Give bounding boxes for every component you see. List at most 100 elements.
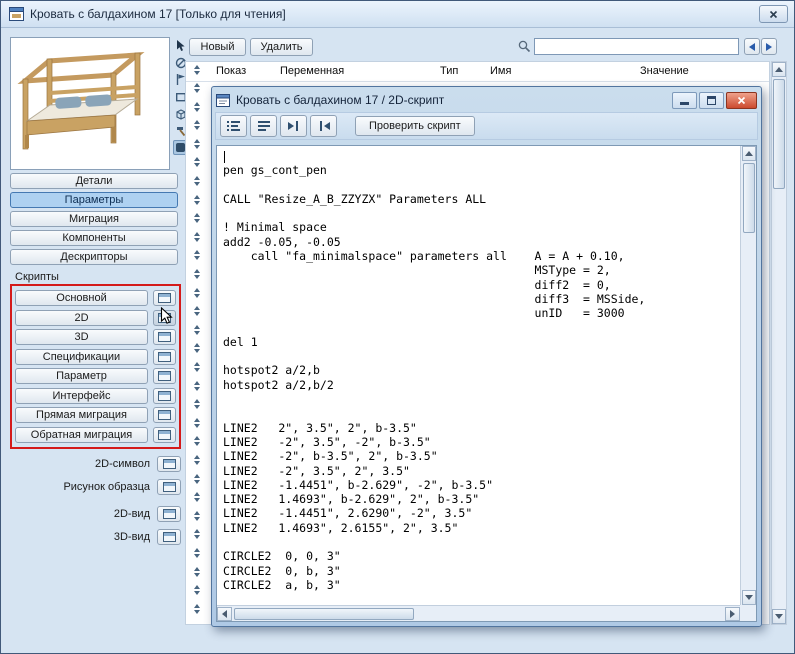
row-reorder-handle[interactable]: [189, 527, 205, 542]
row-reorder-icon: [194, 107, 200, 112]
scroll-down-button[interactable]: [772, 609, 786, 624]
open-script-window-button-6[interactable]: [153, 407, 176, 423]
row-reorder-handle[interactable]: [189, 192, 205, 207]
row-reorder-handle[interactable]: [189, 360, 205, 375]
search-input[interactable]: [534, 38, 739, 55]
editor-horizontal-scrollbar[interactable]: [217, 605, 740, 621]
row-reorder-handle[interactable]: [189, 583, 205, 598]
scrollbar-thumb[interactable]: [234, 608, 414, 620]
gdl-code-editor[interactable]: pen gs_cont_pen CALL "Resize_A_B_ZZYZX" …: [217, 146, 740, 605]
row-reorder-handle[interactable]: [189, 248, 205, 263]
row-reorder-handle[interactable]: [189, 471, 205, 486]
sidebar-tab-2[interactable]: Миграция: [10, 211, 178, 227]
check-script-button[interactable]: Проверить скрипт: [355, 116, 475, 136]
new-button[interactable]: Новый: [189, 38, 246, 56]
open-script-window-button-0[interactable]: [153, 290, 176, 306]
row-reorder-handle[interactable]: [189, 118, 205, 133]
open-script-window-button-5[interactable]: [153, 387, 176, 404]
script-window-titlebar[interactable]: Кровать с балдахином 17 / 2D-скрипт: [216, 89, 757, 111]
scroll-up-button[interactable]: [772, 62, 786, 77]
delete-button[interactable]: Удалить: [250, 38, 313, 56]
scroll-down-button[interactable]: [742, 590, 756, 605]
scroll-left-button[interactable]: [217, 607, 232, 621]
row-reorder-handle[interactable]: [189, 211, 205, 226]
scroll-up-button[interactable]: [742, 146, 756, 161]
line-list-tool-button[interactable]: [250, 115, 277, 137]
next-parameter-button[interactable]: [761, 38, 777, 55]
row-reorder-handle[interactable]: [189, 322, 205, 337]
script-button-7[interactable]: Обратная миграция: [15, 426, 148, 443]
sidebar-tab-0[interactable]: Детали: [10, 173, 178, 189]
row-reorder-icon: [194, 256, 200, 261]
open-script-window-button-2[interactable]: [153, 329, 176, 345]
window-icon: [162, 482, 176, 492]
open-script-window-button-1[interactable]: [153, 309, 176, 326]
row-reorder-icon: [194, 120, 200, 125]
maximize-button[interactable]: [699, 91, 724, 109]
canopy-bed-preview-image: [17, 51, 145, 149]
row-reorder-handle[interactable]: [189, 397, 205, 412]
window-title: Кровать с балдахином 17 [Только для чтен…: [30, 7, 286, 21]
window-icon: [162, 509, 176, 519]
object-preview[interactable]: [10, 37, 170, 170]
open-3d-view-window-button[interactable]: [157, 529, 181, 545]
row-reorder-icon: [194, 473, 200, 478]
row-reorder-handle[interactable]: [189, 99, 205, 114]
open-script-window-button-3[interactable]: [153, 348, 176, 365]
row-reorder-handle[interactable]: [189, 174, 205, 189]
open-sample-picture-window-button[interactable]: [157, 479, 181, 495]
script-button-0[interactable]: Основной: [15, 290, 148, 306]
row-reorder-handle[interactable]: [189, 545, 205, 560]
editor-vertical-scrollbar[interactable]: [740, 146, 756, 605]
prev-parameter-button[interactable]: [744, 38, 760, 55]
script-button-4[interactable]: Параметр: [15, 368, 148, 384]
close-script-window-button[interactable]: [726, 91, 757, 109]
script-button-6[interactable]: Прямая миграция: [15, 407, 148, 423]
row-reorder-handle[interactable]: [189, 229, 205, 244]
indent-right-tool-button[interactable]: [280, 115, 307, 137]
script-button-3[interactable]: Спецификации: [15, 348, 148, 365]
dotted-list-tool-button[interactable]: [220, 115, 247, 137]
arrow-up-icon: [745, 151, 753, 156]
dotted-list-icon: [226, 121, 240, 131]
row-reorder-handle[interactable]: [189, 267, 205, 282]
row-reorder-handle[interactable]: [189, 378, 205, 393]
open-2d-view-window-button[interactable]: [157, 506, 181, 522]
row-reorder-icon: [194, 237, 200, 242]
row-reorder-handle[interactable]: [189, 452, 205, 467]
scrollbar-thumb[interactable]: [773, 79, 785, 189]
scrollbar-thumb[interactable]: [743, 163, 755, 233]
row-reorder-handle[interactable]: [189, 490, 205, 505]
sidebar-tab-1[interactable]: Параметры: [10, 192, 178, 208]
row-reorder-handle[interactable]: [189, 508, 205, 523]
pointer-tool-button[interactable]: [173, 38, 188, 53]
script-button-5[interactable]: Интерфейс: [15, 387, 148, 404]
scroll-right-button[interactable]: [725, 607, 740, 621]
row-reorder-handle[interactable]: [189, 415, 205, 430]
row-reorder-handle[interactable]: [189, 81, 205, 96]
line-list-icon: [257, 121, 270, 131]
minimize-button[interactable]: [672, 91, 697, 109]
row-reorder-handle[interactable]: [189, 434, 205, 449]
sidebar-tab-4[interactable]: Дескрипторы: [10, 249, 178, 265]
row-reorder-handle[interactable]: [189, 341, 205, 356]
indent-left-tool-button[interactable]: [310, 115, 337, 137]
sidebar-tab-3[interactable]: Компоненты: [10, 230, 178, 246]
close-button[interactable]: [759, 5, 788, 23]
row-reorder-handle[interactable]: [189, 564, 205, 579]
row-reorder-handle[interactable]: [189, 155, 205, 170]
parameter-list-scrollbar[interactable]: [771, 61, 787, 625]
row-reorder-handle[interactable]: [189, 62, 205, 77]
script-row: Прямая миграция: [15, 407, 176, 423]
open-script-window-button-4[interactable]: [153, 368, 176, 384]
row-reorder-handle[interactable]: [189, 285, 205, 300]
script-button-2[interactable]: 3D: [15, 329, 148, 345]
row-reorder-handle[interactable]: [189, 136, 205, 151]
script-button-1[interactable]: 2D: [15, 309, 148, 326]
row-reorder-icon: [194, 479, 200, 484]
open-script-window-button-7[interactable]: [153, 426, 176, 443]
row-reorder-handle[interactable]: [189, 304, 205, 319]
open-2d-symbol-window-button[interactable]: [157, 456, 181, 472]
window-icon: [158, 410, 171, 420]
row-reorder-handle[interactable]: [189, 601, 205, 616]
